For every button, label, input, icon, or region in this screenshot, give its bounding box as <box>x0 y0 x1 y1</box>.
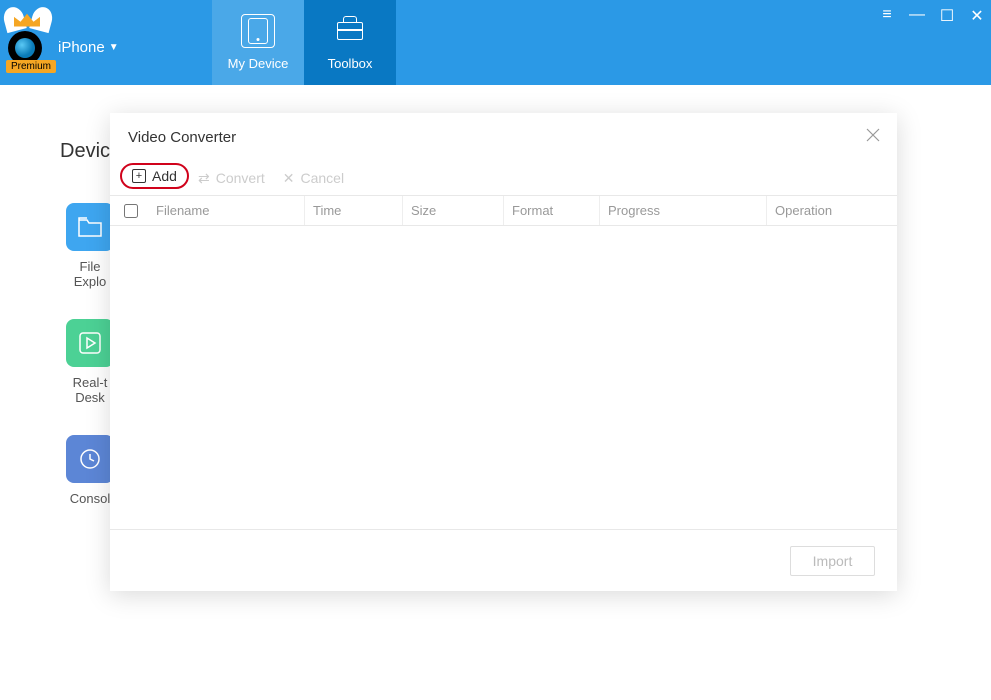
select-all-checkbox[interactable] <box>124 204 156 218</box>
tool-label: Real-t Desk <box>73 375 108 405</box>
button-label: Convert <box>216 170 265 186</box>
chevron-down-icon: ▼ <box>109 42 119 53</box>
dialog-toolbar: ⇄ Convert ✕ Cancel <box>110 161 897 196</box>
window-controls: ≡ — ☐ ✕ <box>879 6 985 26</box>
convert-button[interactable]: ⇄ Convert <box>198 170 265 187</box>
plus-icon: + <box>132 169 146 183</box>
convert-icon: ⇄ <box>198 170 210 187</box>
dialog-footer: Import <box>110 529 897 591</box>
table-header: Filename Time Size Format Progress Opera… <box>110 196 897 226</box>
dialog-header: Video Converter <box>110 113 897 161</box>
column-progress[interactable]: Progress <box>599 196 766 225</box>
tab-label: Toolbox <box>328 56 373 71</box>
column-size[interactable]: Size <box>402 196 503 225</box>
clock-icon <box>66 435 114 483</box>
menu-icon[interactable]: ≡ <box>879 6 895 26</box>
play-icon <box>66 319 114 367</box>
minimize-icon[interactable]: — <box>909 6 925 26</box>
tool-label: Consol <box>70 491 110 506</box>
nav-tabs: My Device Toolbox <box>212 0 396 85</box>
column-format[interactable]: Format <box>503 196 599 225</box>
column-time[interactable]: Time <box>304 196 402 225</box>
tab-toolbox[interactable]: Toolbox <box>304 0 396 85</box>
tool-label: File Explo <box>74 259 107 289</box>
column-operation[interactable]: Operation <box>766 196 876 225</box>
app-header: Premium iPhone ▼ My Device Toolbox ≡ — ☐… <box>0 0 991 85</box>
add-button[interactable]: + Add <box>120 163 189 189</box>
tablet-icon <box>241 14 275 48</box>
folder-icon <box>66 203 114 251</box>
premium-badge: Premium <box>6 60 56 73</box>
toolbox-icon <box>333 14 367 48</box>
column-filename[interactable]: Filename <box>156 196 304 225</box>
close-icon[interactable]: ✕ <box>969 6 985 26</box>
video-converter-dialog: Video Converter ⇄ Convert ✕ Cancel Filen… <box>110 113 897 591</box>
table-body <box>110 226 897 529</box>
dialog-title: Video Converter <box>128 129 236 146</box>
tab-label: My Device <box>228 56 289 71</box>
import-button[interactable]: Import <box>790 546 875 576</box>
button-label: Cancel <box>301 170 345 186</box>
tab-my-device[interactable]: My Device <box>212 0 304 85</box>
cancel-button[interactable]: ✕ Cancel <box>283 170 344 187</box>
maximize-icon[interactable]: ☐ <box>939 6 955 26</box>
logo-area: Premium iPhone ▼ <box>0 0 200 85</box>
device-name: iPhone <box>58 39 105 56</box>
button-label: Add <box>152 168 177 184</box>
device-selector[interactable]: iPhone ▼ <box>58 39 119 56</box>
close-icon[interactable] <box>865 127 881 148</box>
cancel-icon: ✕ <box>283 170 295 187</box>
